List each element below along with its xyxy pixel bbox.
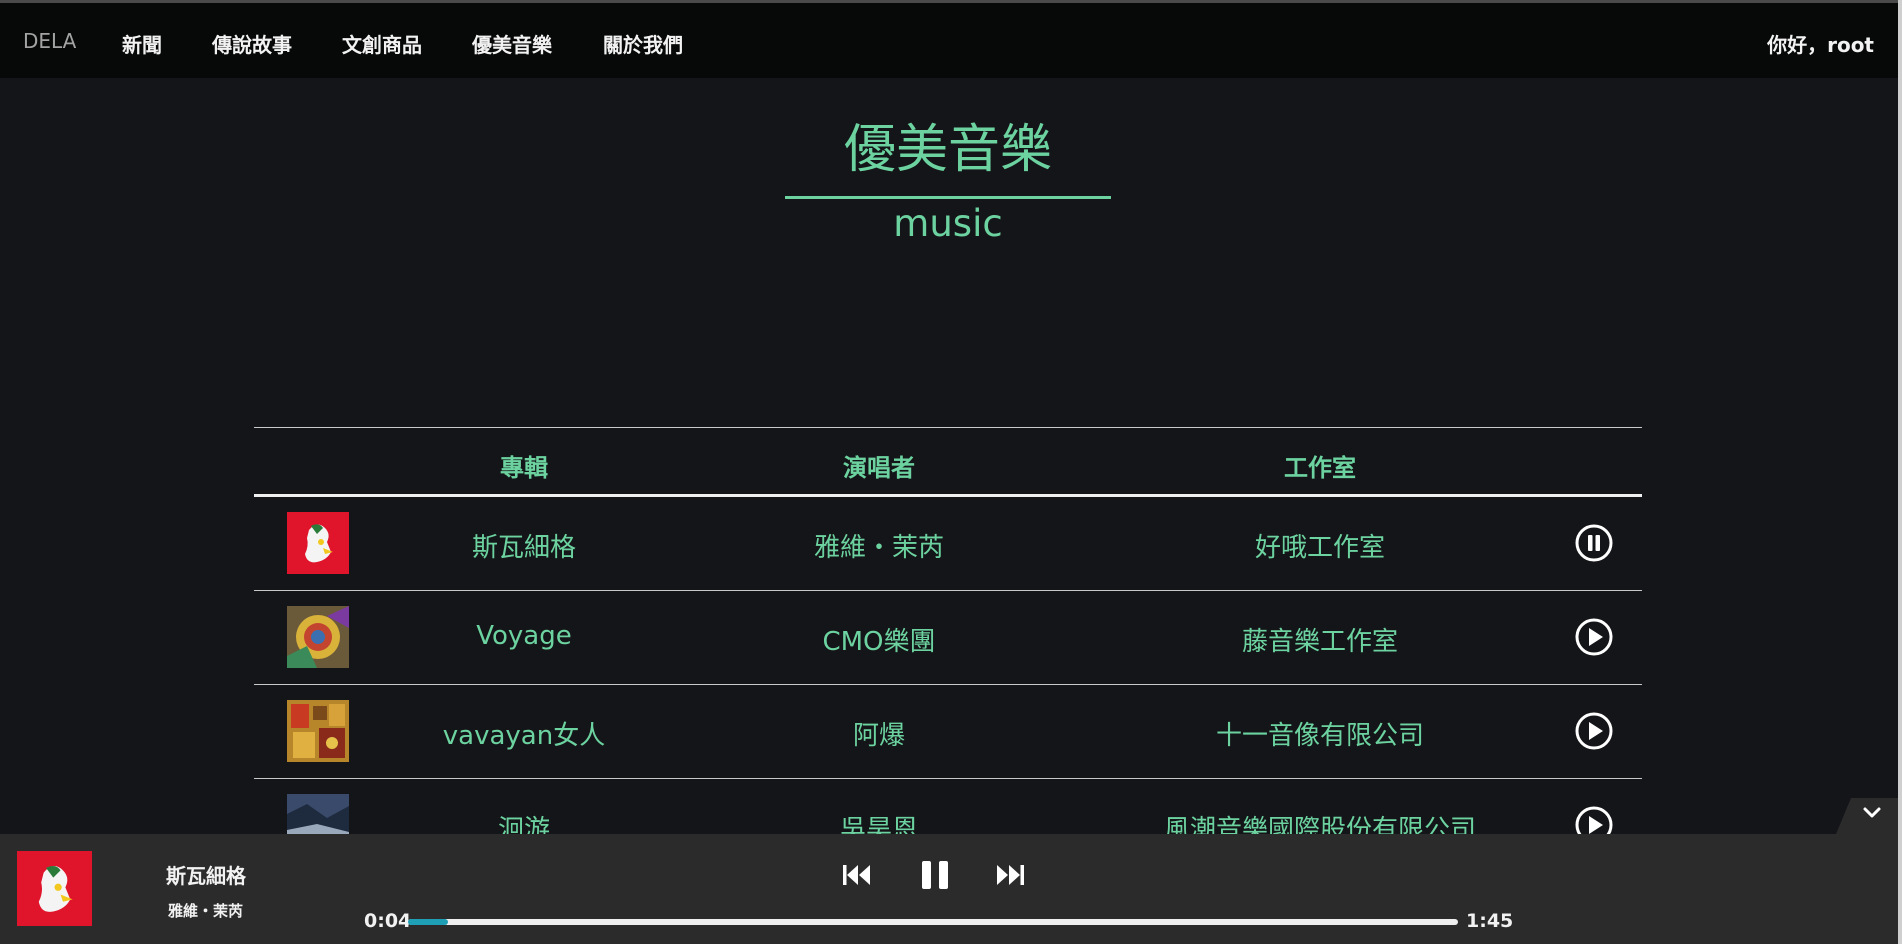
- column-header-album: 專輯: [500, 454, 548, 482]
- album-name: Voyage: [476, 621, 572, 651]
- nav-item-about[interactable]: 關於我們: [603, 29, 683, 58]
- scrollbar[interactable]: [1898, 0, 1902, 944]
- nav-item-legends[interactable]: 傳說故事: [212, 29, 292, 58]
- collapse-player-button[interactable]: [1836, 798, 1898, 834]
- top-navbar: DELA 新聞 傳說故事 文創商品 優美音樂 關於我們 你好，root: [0, 0, 1898, 78]
- table-header: 專輯 演唱者 工作室: [254, 427, 1642, 497]
- album-name: vavayan女人: [442, 721, 606, 751]
- now-playing-cover: [17, 851, 92, 926]
- studio-name: 藤音樂工作室: [1241, 627, 1399, 657]
- nav-item-products[interactable]: 文創商品: [342, 29, 422, 58]
- chevron-down-icon: [1863, 807, 1881, 818]
- play-circle-icon[interactable]: [1574, 711, 1614, 751]
- progress-bar[interactable]: [408, 919, 1458, 925]
- page-title: 優美音樂: [843, 120, 1052, 180]
- table-row[interactable]: Voyage CMO樂團 藤音樂工作室: [254, 591, 1642, 685]
- music-player-bar: 斯瓦細格 雅維・茉芮 0:04 1:45: [0, 834, 1898, 944]
- page-heading: 優美音樂 music: [785, 110, 1111, 247]
- album-name: 斯瓦細格: [471, 533, 577, 563]
- album-cover: [287, 700, 349, 762]
- column-header-studio: 工作室: [1284, 454, 1356, 482]
- progress-fill: [408, 919, 448, 925]
- table-row[interactable]: vavayan女人 阿爆 十一音像有限公司: [254, 685, 1642, 779]
- table-row[interactable]: 斯瓦細格 雅維・茉芮 好哦工作室: [254, 497, 1642, 591]
- music-table: 專輯 演唱者 工作室 斯瓦細格 雅維・茉芮 好哦工作室 Voyage CMO樂團…: [254, 427, 1642, 873]
- artist-name: 雅維・茉芮: [813, 533, 945, 563]
- skip-next-icon[interactable]: [995, 863, 1025, 891]
- page-subtitle: music: [893, 202, 1003, 245]
- now-playing-title: 斯瓦細格: [166, 864, 246, 888]
- nav-item-news[interactable]: 新聞: [122, 29, 162, 58]
- duration-time: 1:45: [1466, 910, 1514, 932]
- pause-icon[interactable]: [920, 859, 950, 895]
- user-greeting[interactable]: 你好，root: [1767, 29, 1874, 58]
- now-playing-artist: 雅維・茉芮: [168, 902, 244, 920]
- column-header-artist: 演唱者: [843, 454, 915, 482]
- brand-link[interactable]: DELA: [23, 29, 76, 53]
- pause-circle-icon[interactable]: [1574, 523, 1614, 563]
- studio-name: 好哦工作室: [1254, 533, 1386, 563]
- current-time: 0:04: [364, 910, 412, 932]
- title-divider: [785, 196, 1111, 199]
- nav-item-music[interactable]: 優美音樂: [472, 29, 552, 58]
- album-cover: [287, 606, 349, 668]
- album-cover: [287, 512, 349, 574]
- artist-name: CMO樂團: [822, 627, 936, 657]
- artist-name: 阿爆: [852, 721, 906, 751]
- play-circle-icon[interactable]: [1574, 617, 1614, 657]
- studio-name: 十一音像有限公司: [1215, 721, 1425, 751]
- skip-previous-icon[interactable]: [842, 863, 872, 891]
